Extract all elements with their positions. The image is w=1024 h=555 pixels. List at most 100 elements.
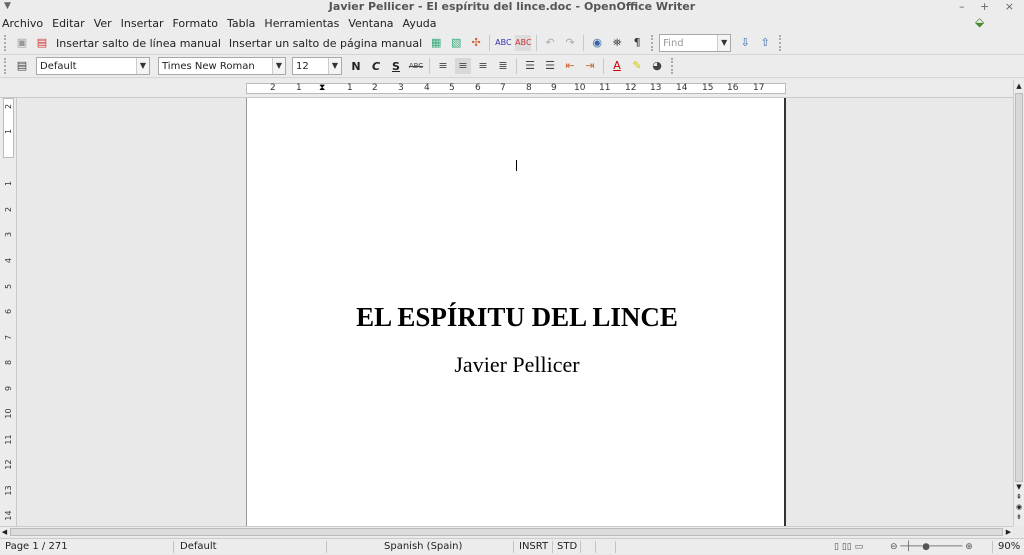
menu-archivo[interactable]: Archivo xyxy=(2,17,43,30)
menu-insertar[interactable]: Insertar xyxy=(121,17,164,30)
toolbar-grip[interactable] xyxy=(4,35,8,51)
text-cursor xyxy=(516,160,517,171)
window-controls[interactable]: – + × xyxy=(959,0,1020,13)
justify-icon[interactable]: ≣ xyxy=(495,58,511,74)
vertical-ruler[interactable]: 2 1 1 2 3 4 5 6 7 8 9 10 11 12 13 14 xyxy=(0,98,17,526)
ruler-label: 2 xyxy=(270,83,276,93)
view-layout-icons[interactable]: ▯ ▯▯ ▭ xyxy=(834,539,863,555)
ruler-label: 1 xyxy=(296,83,302,93)
highlight-icon[interactable]: ✎ xyxy=(629,58,645,74)
font-color-icon[interactable]: A xyxy=(609,58,625,74)
menu-herramientas[interactable]: Herramientas xyxy=(264,17,339,30)
toolbar-grip[interactable] xyxy=(779,35,783,51)
page-style[interactable]: Default xyxy=(180,539,217,555)
ruler-label: 17 xyxy=(753,83,765,93)
menu-formato[interactable]: Formato xyxy=(173,17,219,30)
horizontal-ruler[interactable]: 2 1 ⧗ 1 2 3 4 5 6 7 8 9 10 11 12 13 14 1… xyxy=(0,79,1024,98)
scroll-left-icon[interactable]: ◀ xyxy=(0,527,9,537)
decrease-indent-icon[interactable]: ⇤ xyxy=(562,58,578,74)
ruler-label: 11 xyxy=(4,434,13,445)
insert-page-break-button[interactable]: Insertar un salto de página manual xyxy=(229,37,422,50)
navigator-icon[interactable]: ✣ xyxy=(468,35,484,51)
numbering-icon[interactable]: ☰ xyxy=(522,58,538,74)
scroll-up-icon[interactable]: ▲ xyxy=(1014,80,1024,92)
ruler-label: 1 xyxy=(4,128,13,135)
ruler-label: 6 xyxy=(4,308,13,315)
background-color-icon[interactable]: ◕ xyxy=(649,58,665,74)
document-canvas[interactable]: EL ESPÍRITU DEL LINCE Javier Pellicer xyxy=(18,98,1013,526)
font-name-select[interactable]: Times New Roman ▼ xyxy=(158,57,286,75)
scroll-down-icon[interactable]: ▼ ⇞ ◉ ⇟ xyxy=(1014,482,1024,526)
selection-mode[interactable]: STD xyxy=(557,539,577,555)
styles-icon[interactable]: ▤ xyxy=(14,58,30,74)
document-author[interactable]: Javier Pellicer xyxy=(247,352,787,378)
find-replace-icon[interactable]: ⛯ xyxy=(609,35,625,51)
document-title[interactable]: EL ESPÍRITU DEL LINCE xyxy=(247,302,787,333)
ruler-label: 13 xyxy=(650,83,662,93)
paragraph-style-select[interactable]: Default ▼ xyxy=(36,57,150,75)
scroll-thumb[interactable] xyxy=(10,528,1003,536)
align-center-icon[interactable]: ≡ xyxy=(455,58,471,74)
vertical-scrollbar[interactable]: ▲ ▼ ⇞ ◉ ⇟ xyxy=(1013,80,1024,526)
chevron-down-icon[interactable]: ▼ xyxy=(717,35,731,51)
ruler-label: 5 xyxy=(449,83,455,93)
autospellcheck-icon[interactable]: ABC xyxy=(515,35,532,51)
formatting-marks-icon[interactable]: ¶ xyxy=(629,35,645,51)
strikethrough-icon[interactable]: ABC xyxy=(408,58,424,74)
document-page[interactable]: EL ESPÍRITU DEL LINCE Javier Pellicer xyxy=(246,98,786,526)
save-icon[interactable]: ▣ xyxy=(14,35,30,51)
window-menu-icon[interactable]: ▼ xyxy=(4,0,11,13)
globe-icon[interactable]: ◉ xyxy=(589,35,605,51)
ruler-label: 11 xyxy=(599,83,611,93)
ruler-label: 9 xyxy=(4,385,13,392)
find-input[interactable]: Find ▼ xyxy=(659,34,732,52)
align-right-icon[interactable]: ≡ xyxy=(475,58,491,74)
scroll-right-icon[interactable]: ▶ xyxy=(1004,527,1013,537)
italic-button[interactable]: C xyxy=(368,60,384,73)
ruler-label: 4 xyxy=(424,83,430,93)
find-placeholder: Find xyxy=(663,37,684,49)
table-icon[interactable]: ▦ xyxy=(428,35,444,51)
indent-marker[interactable]: ⧗ xyxy=(319,83,325,93)
redo-icon[interactable]: ↷ xyxy=(562,35,578,51)
insert-mode[interactable]: INSRT xyxy=(519,539,548,555)
ruler-label: 10 xyxy=(4,408,13,419)
chevron-down-icon[interactable]: ▼ xyxy=(328,58,341,74)
page-indicator[interactable]: Page 1 / 271 xyxy=(5,539,68,555)
language-indicator[interactable]: Spanish (Spain) xyxy=(384,539,462,555)
increase-indent-icon[interactable]: ⇥ xyxy=(582,58,598,74)
ruler-label: 16 xyxy=(727,83,739,93)
ruler-label: 4 xyxy=(4,257,13,264)
bullets-icon[interactable]: ☰ xyxy=(542,58,558,74)
menu-editar[interactable]: Editar xyxy=(52,17,85,30)
undo-icon[interactable]: ↶ xyxy=(542,35,558,51)
toolbar-grip[interactable] xyxy=(651,35,655,51)
zoom-level[interactable]: 90% xyxy=(998,539,1020,555)
spellcheck-icon[interactable]: ABC xyxy=(495,35,511,51)
ruler-label: 8 xyxy=(4,359,13,366)
line-break-icon[interactable]: ▤ xyxy=(34,35,50,51)
align-left-icon[interactable]: ≡ xyxy=(435,58,451,74)
chevron-down-icon[interactable]: ▼ xyxy=(272,58,285,74)
font-value: Times New Roman xyxy=(162,60,255,72)
insert-field-icon[interactable]: ▧ xyxy=(448,35,464,51)
zoom-slider[interactable]: ⊖ ─┼──●────── ⊕ xyxy=(890,539,973,555)
menu-ver[interactable]: Ver xyxy=(94,17,112,30)
chevron-down-icon[interactable]: ▼ xyxy=(136,58,149,74)
font-size-select[interactable]: 12 ▼ xyxy=(292,57,342,75)
horizontal-scrollbar[interactable]: ◀ ▶ xyxy=(0,526,1013,537)
find-previous-icon[interactable]: ⇧ xyxy=(757,35,773,51)
menu-ayuda[interactable]: Ayuda xyxy=(403,17,437,30)
toolbar-grip[interactable] xyxy=(4,58,8,74)
menu-ventana[interactable]: Ventana xyxy=(348,17,393,30)
find-next-icon[interactable]: ⇩ xyxy=(737,35,753,51)
menu-tabla[interactable]: Tabla xyxy=(227,17,255,30)
underline-button[interactable]: S xyxy=(388,60,404,73)
scroll-thumb[interactable] xyxy=(1015,93,1023,482)
ruler-label: 7 xyxy=(500,83,506,93)
insert-line-break-button[interactable]: Insertar salto de línea manual xyxy=(56,37,221,50)
bold-button[interactable]: N xyxy=(348,60,364,73)
ruler-label: 1 xyxy=(347,83,353,93)
document-close-icon[interactable]: ⬙ xyxy=(975,15,989,29)
toolbar-grip[interactable] xyxy=(671,58,675,74)
